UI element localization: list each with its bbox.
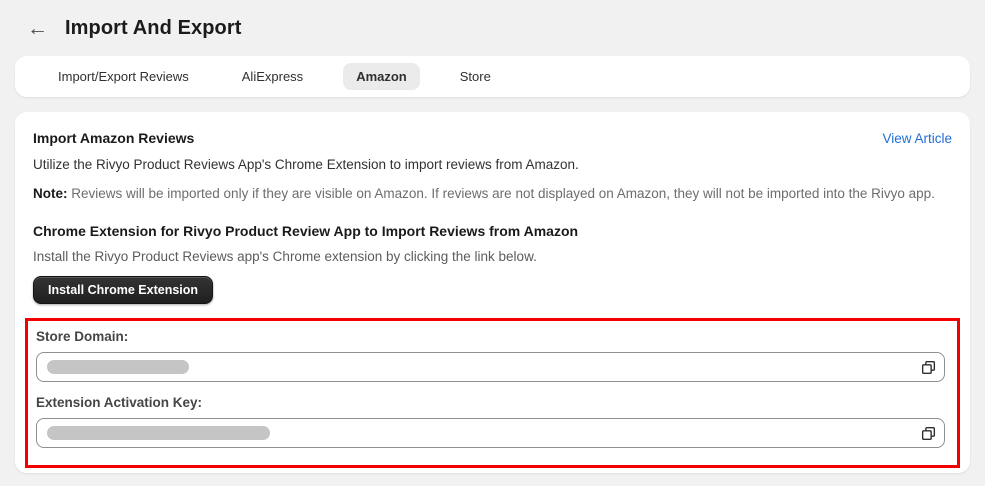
tab-store[interactable]: Store — [447, 63, 504, 90]
copy-icon[interactable] — [916, 421, 941, 446]
copy-icon — [921, 426, 936, 441]
extension-activation-key-field[interactable] — [36, 418, 945, 448]
tab-bar: Import/Export Reviews AliExpress Amazon … — [15, 56, 970, 97]
extension-activation-key-redacted-value — [47, 426, 270, 440]
extension-instructions: Install the Rivyo Product Reviews app's … — [33, 249, 537, 264]
panel-header: Import Amazon Reviews View Article — [33, 130, 952, 146]
view-article-link[interactable]: View Article — [882, 131, 952, 146]
tab-aliexpress[interactable]: AliExpress — [229, 63, 316, 90]
highlighted-fields-box: Store Domain: Extension Activation Key: — [25, 318, 960, 468]
store-domain-redacted-value — [47, 360, 189, 374]
note-body: Reviews will be imported only if they ar… — [67, 186, 935, 201]
note-label: Note: — [33, 186, 68, 201]
back-arrow-icon[interactable]: ← — [27, 18, 48, 39]
extension-heading: Chrome Extension for Rivyo Product Revie… — [33, 223, 579, 239]
panel-title: Import Amazon Reviews — [33, 130, 195, 146]
store-domain-field[interactable] — [36, 352, 945, 382]
page-title: Import And Export — [65, 17, 242, 39]
tab-import-export-reviews[interactable]: Import/Export Reviews — [45, 63, 202, 90]
extension-activation-key-label: Extension Activation Key: — [36, 395, 203, 410]
store-domain-label: Store Domain: — [36, 329, 129, 344]
page-header: ← Import And Export — [0, 0, 985, 44]
copy-icon — [921, 360, 936, 375]
copy-icon[interactable] — [916, 355, 941, 380]
intro-text: Utilize the Rivyo Product Reviews App's … — [33, 157, 579, 172]
tab-amazon[interactable]: Amazon — [343, 63, 420, 90]
note-text: Note: Reviews will be imported only if t… — [33, 186, 952, 201]
install-chrome-extension-button[interactable]: Install Chrome Extension — [33, 276, 214, 304]
import-amazon-panel: Import Amazon Reviews View Article Utili… — [15, 112, 970, 473]
